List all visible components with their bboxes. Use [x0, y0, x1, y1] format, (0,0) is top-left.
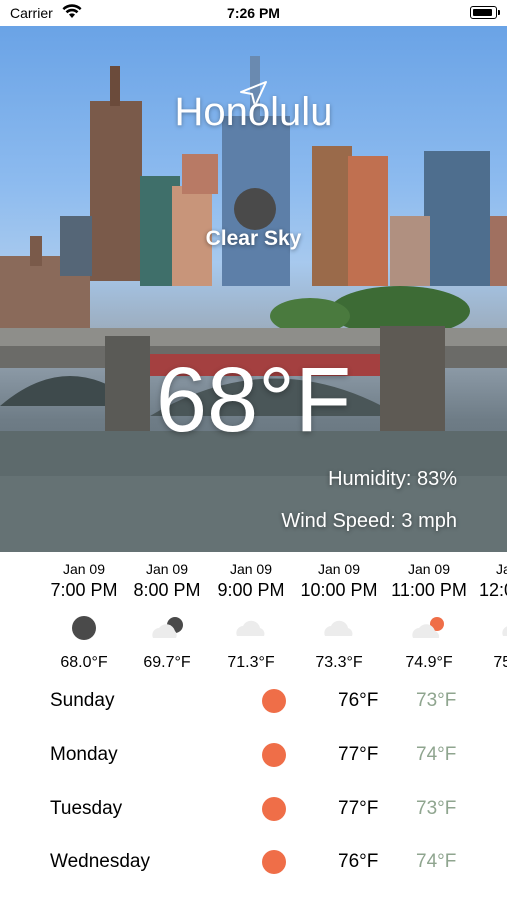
daily-row: Sunday 76°F 73°F [0, 674, 507, 728]
day-high-temp: 76°F [338, 690, 379, 711]
hour-temp: 68.0°F [60, 654, 108, 671]
hour-time: 7:00 PM [50, 580, 118, 600]
city-name: Honolulu [174, 90, 333, 134]
hourly-item: Jan 10 12:00 AM 75.6°F [473, 560, 507, 673]
sun-icon [262, 743, 286, 767]
sun-icon [262, 797, 286, 821]
humidity-label: Humidity: 83% [328, 468, 457, 490]
sun-icon [262, 689, 286, 713]
hour-date: Jan 10 [495, 561, 507, 577]
hourly-item: Jan 09 11:00 PM 74.9°F [385, 560, 473, 673]
hour-time: 11:00 PM [391, 580, 467, 600]
day-name: Monday [50, 744, 118, 765]
status-bar: Carrier 7:26 PM [0, 0, 507, 26]
sun-icon [262, 850, 286, 874]
day-name: Sunday [50, 690, 115, 711]
hourly-item: Jan 09 10:00 PM 73.3°F [295, 560, 383, 673]
day-low-temp: 74°F [416, 851, 457, 872]
hour-temp: 75.6°F [493, 654, 507, 671]
daily-row: Tuesday 77°F 73°F [0, 782, 507, 836]
status-time: 7:26 PM [227, 5, 280, 21]
hour-time: 12:00 AM [478, 580, 507, 600]
hourly-item: Jan 09 9:00 PM 71.3°F [207, 560, 295, 673]
wind-speed-label: Wind Speed: 3 mph [281, 510, 457, 532]
hour-time: 8:00 PM [133, 580, 201, 600]
hourly-forecast[interactable]: Jan 09 7:00 PM 68.0°F Jan 09 8:00 PM 69.… [0, 560, 507, 678]
hour-date: Jan 09 [229, 561, 273, 577]
hourly-item: Jan 09 8:00 PM 69.7°F [123, 560, 211, 673]
hourly-item: Jan 09 7:00 PM 68.0°F [40, 560, 128, 673]
condition-label: Clear Sky [205, 227, 302, 250]
hour-date: Jan 09 [407, 561, 451, 577]
hour-temp: 69.7°F [143, 654, 191, 671]
moon-icon [234, 188, 276, 230]
battery-icon [470, 6, 500, 19]
hour-date: Jan 09 [62, 561, 106, 577]
hour-time: 10:00 PM [300, 580, 378, 600]
cloud-icon [295, 610, 383, 650]
day-name: Tuesday [50, 798, 123, 819]
partly-cloudy-day-icon [385, 610, 473, 650]
current-temperature: 68°F [155, 349, 352, 451]
hour-time: 9:00 PM [217, 580, 285, 600]
daily-row: Wednesday 76°F 74°F [0, 835, 507, 889]
day-high-temp: 77°F [338, 744, 379, 765]
hour-temp: 73.3°F [315, 654, 363, 671]
cloud-icon [207, 610, 295, 650]
partly-cloudy-night-icon [123, 610, 211, 650]
hour-date: Jan 09 [317, 561, 361, 577]
hour-temp: 71.3°F [227, 654, 275, 671]
day-name: Wednesday [50, 851, 150, 872]
day-high-temp: 76°F [338, 851, 379, 872]
day-low-temp: 73°F [416, 690, 457, 711]
day-high-temp: 77°F [338, 798, 379, 819]
day-low-temp: 74°F [416, 744, 457, 765]
daily-row: Monday 77°F 74°F [0, 728, 507, 782]
hour-temp: 74.9°F [405, 654, 453, 671]
day-low-temp: 73°F [416, 798, 457, 819]
hour-date: Jan 09 [145, 561, 189, 577]
moon-icon [40, 610, 128, 650]
cloud-icon [473, 610, 507, 650]
current-weather-hero: Honolulu Clear Sky 68°F Humidity: 83% Wi… [0, 26, 507, 552]
